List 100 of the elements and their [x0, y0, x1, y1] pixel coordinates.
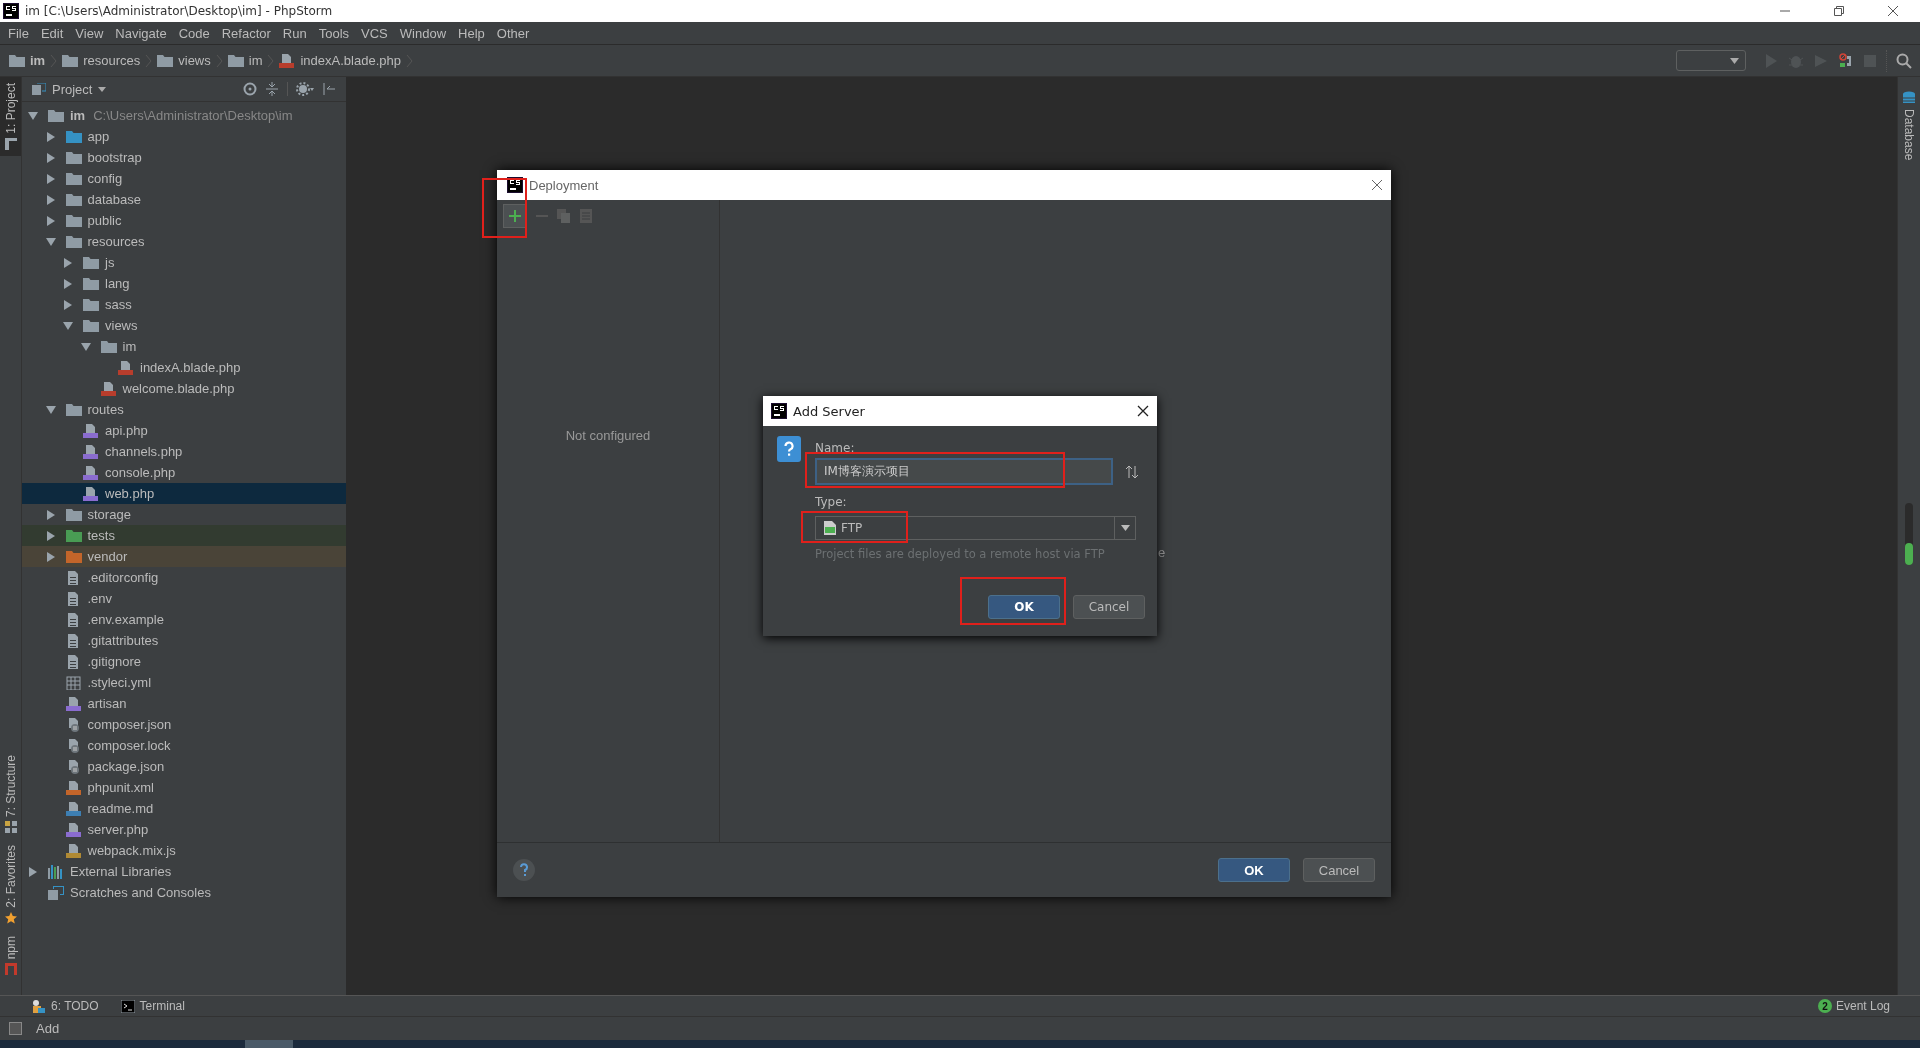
tree-item[interactable]: Scratches and Consoles — [22, 882, 346, 903]
menu-item[interactable]: Help — [452, 25, 491, 41]
event-log-tab[interactable]: Event Log — [1835, 999, 1890, 1013]
tree-item[interactable]: welcome.blade.php — [22, 378, 346, 399]
close-icon[interactable] — [1137, 405, 1149, 417]
tree-item[interactable]: sass — [22, 294, 346, 315]
tree-item[interactable]: console.php — [22, 462, 346, 483]
ok-button[interactable]: OK — [988, 595, 1060, 619]
hide-panel-icon[interactable] — [322, 82, 336, 96]
todo-icon[interactable] — [30, 999, 46, 1013]
locate-icon[interactable] — [243, 82, 257, 96]
add-button[interactable] — [503, 204, 527, 228]
tree-item[interactable]: database — [22, 189, 346, 210]
expand-arrow-icon[interactable] — [63, 278, 73, 289]
tree-item[interactable]: indexA.blade.php — [22, 357, 346, 378]
expand-arrow-icon[interactable] — [45, 509, 56, 520]
tree-item[interactable]: .env.example — [22, 609, 346, 630]
tree-item[interactable]: .editorconfig — [22, 567, 346, 588]
tree-item[interactable]: storage — [22, 504, 346, 525]
collapse-arrow-icon[interactable] — [28, 110, 38, 121]
breadcrumb[interactable]: indexA.blade.php — [300, 53, 401, 68]
expand-arrow-icon[interactable] — [45, 530, 56, 541]
menu-item[interactable]: Refactor — [215, 25, 277, 41]
menu-item[interactable]: Code — [172, 25, 216, 41]
tree-item[interactable]: server.php — [22, 819, 346, 840]
scrollbar[interactable] — [1905, 503, 1913, 565]
tree-item[interactable]: lang — [22, 273, 346, 294]
tree-item[interactable]: im C:\Users\Administrator\Desktop\im — [22, 105, 346, 126]
terminal-icon[interactable] — [120, 999, 135, 1013]
menu-item[interactable]: Navigate — [109, 25, 173, 41]
panel-toggle-icon[interactable] — [9, 1022, 22, 1035]
tree-item[interactable]: composer.json — [22, 714, 346, 735]
type-dropdown[interactable]: FTP — [815, 516, 1136, 540]
close-icon[interactable] — [1887, 5, 1899, 17]
expand-arrow-icon[interactable] — [63, 257, 73, 268]
name-field[interactable]: IM博客演示项目 — [815, 458, 1113, 485]
cancel-button[interactable]: Cancel — [1303, 858, 1375, 882]
expand-arrow-icon[interactable] — [45, 551, 56, 562]
tool-window-tab[interactable]: 1: Project — [0, 77, 21, 156]
collapse-arrow-icon[interactable] — [45, 236, 56, 247]
tree-item[interactable]: public — [22, 210, 346, 231]
tree-item[interactable]: vendor — [22, 546, 346, 567]
tool-window-tab[interactable]: 7: Structure — [0, 748, 21, 839]
settings-icon[interactable] — [296, 82, 314, 96]
tree-item[interactable]: .gitattributes — [22, 630, 346, 651]
collapse-arrow-icon[interactable] — [63, 320, 73, 331]
tree-item[interactable]: External Libraries — [22, 861, 346, 882]
menu-item[interactable]: Run — [276, 25, 313, 41]
menu-item[interactable]: File — [2, 25, 35, 41]
menu-item[interactable]: Window — [393, 25, 453, 41]
expand-arrow-icon[interactable] — [63, 299, 73, 310]
tree-item[interactable]: bootstrap — [22, 147, 346, 168]
tree-item[interactable]: config — [22, 168, 346, 189]
star-icon[interactable] — [4, 911, 17, 924]
tree-item[interactable]: js — [22, 252, 346, 273]
menu-item[interactable]: Edit — [34, 25, 70, 41]
tree-item[interactable]: .gitignore — [22, 651, 346, 672]
tree-item[interactable]: composer.lock — [22, 735, 346, 756]
tree-item[interactable]: im — [22, 336, 346, 357]
tool-window-tab[interactable]: Terminal — [139, 999, 185, 1013]
tree-item[interactable]: routes — [22, 399, 346, 420]
tree-item[interactable]: package.json — [22, 756, 346, 777]
collapse-arrow-icon[interactable] — [45, 404, 56, 415]
help-button[interactable] — [513, 859, 535, 881]
tool-window-tab[interactable]: Database — [1902, 85, 1916, 167]
tree-item[interactable]: readme.md — [22, 798, 346, 819]
collapse-all-icon[interactable] — [265, 82, 279, 96]
tree-item[interactable]: phpunit.xml — [22, 777, 346, 798]
tree-item[interactable]: api.php — [22, 420, 346, 441]
expand-arrow-icon[interactable] — [45, 215, 56, 226]
tree-item[interactable]: webpack.mix.js — [22, 840, 346, 861]
expand-arrow-icon[interactable] — [45, 152, 56, 163]
tree-item[interactable]: channels.php — [22, 441, 346, 462]
tool-window-tab[interactable]: 6: TODO — [51, 999, 99, 1013]
tool-window-tab[interactable]: 2: Favorites — [0, 838, 21, 930]
structure-icon[interactable] — [4, 820, 17, 833]
tree-item[interactable]: .env — [22, 588, 346, 609]
expand-arrow-icon[interactable] — [45, 194, 56, 205]
tree-item[interactable]: .styleci.yml — [22, 672, 346, 693]
expand-arrow-icon[interactable] — [28, 866, 38, 877]
sort-icon[interactable] — [1125, 464, 1139, 479]
cancel-button[interactable]: Cancel — [1073, 595, 1145, 619]
tree-item[interactable]: web.php — [22, 483, 346, 504]
menu-item[interactable]: Other — [490, 25, 536, 41]
tree-item[interactable]: resources — [22, 231, 346, 252]
menu-item[interactable]: VCS — [355, 25, 394, 41]
tree-item[interactable]: views — [22, 315, 346, 336]
menu-item[interactable]: Tools — [312, 25, 356, 41]
search-icon[interactable] — [1896, 52, 1912, 69]
expand-arrow-icon[interactable] — [45, 173, 56, 184]
breadcrumb[interactable]: views — [178, 53, 211, 68]
tree-item[interactable]: app — [22, 126, 346, 147]
menu-item[interactable]: View — [69, 25, 110, 41]
tree-item[interactable]: artisan — [22, 693, 346, 714]
restore-icon[interactable] — [1833, 5, 1845, 17]
tree-item[interactable]: tests — [22, 525, 346, 546]
collapse-arrow-icon[interactable] — [80, 341, 91, 352]
breadcrumb[interactable]: im — [30, 53, 46, 68]
breadcrumb[interactable]: im — [248, 53, 263, 68]
panel-title[interactable]: Project — [52, 81, 93, 97]
